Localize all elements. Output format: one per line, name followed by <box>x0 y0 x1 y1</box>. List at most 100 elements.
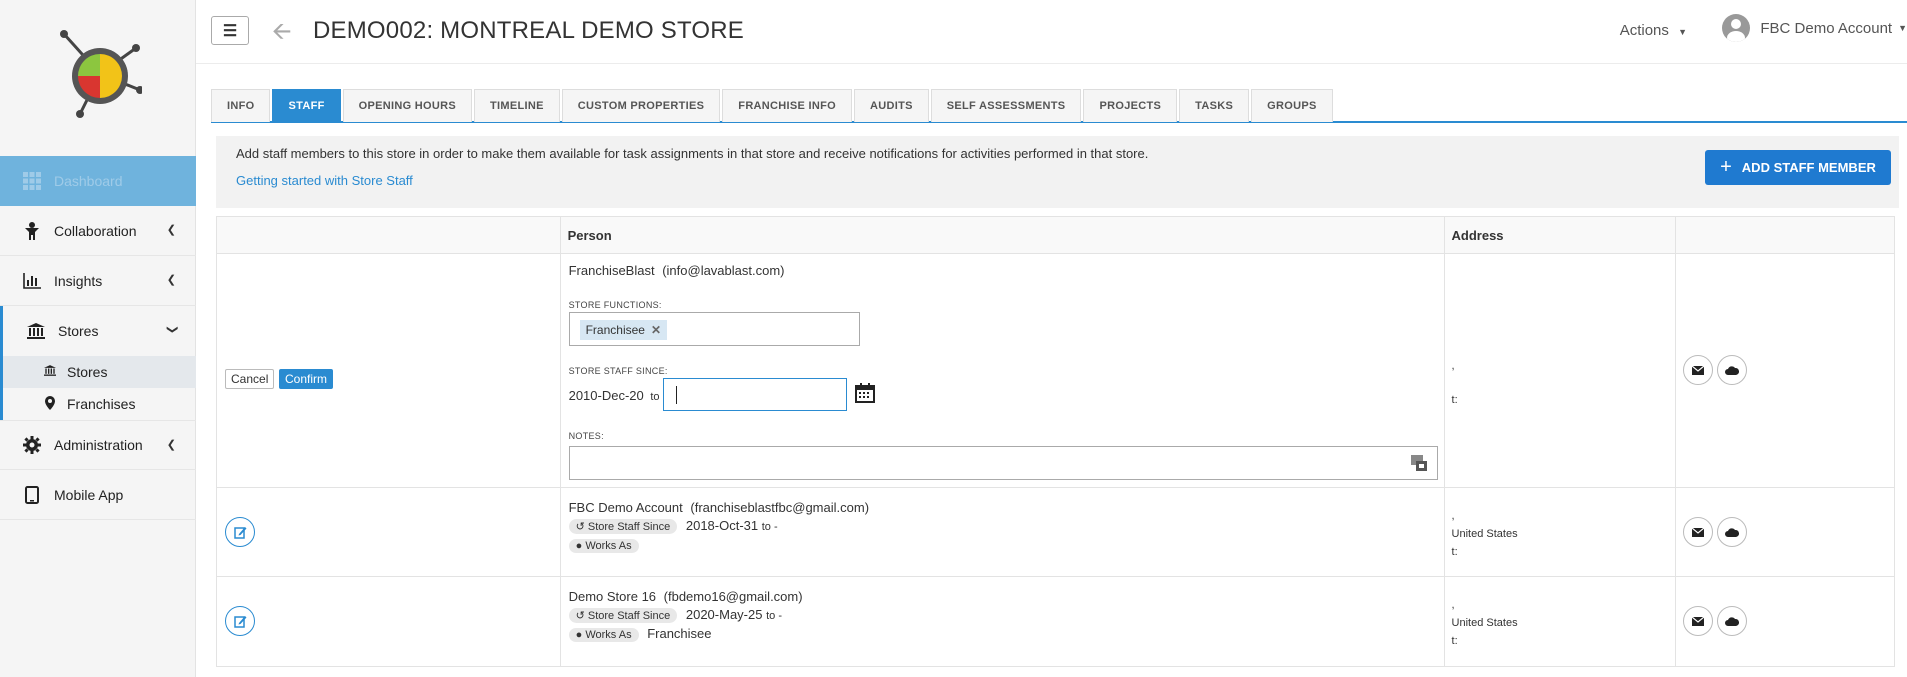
actions-dropdown[interactable]: Actions ▼ <box>1620 22 1687 39</box>
store-staff-since-pill: ↺ Store Staff Since <box>568 519 678 534</box>
pill-label: Store Staff Since <box>587 610 671 622</box>
notes-input[interactable] <box>568 446 1438 480</box>
sidebar-item-label: Dashboard <box>54 173 123 189</box>
user-circle-icon: ● <box>575 540 583 552</box>
country-line: United States <box>1451 528 1518 540</box>
sidebar: Dashboard Collaboration ❮ Insights ❮ Sto… <box>0 0 196 677</box>
contact-cell <box>1676 254 1894 487</box>
bar-chart-icon <box>22 272 42 290</box>
hamburger-menu-button[interactable]: ☰ <box>211 16 249 45</box>
tab-self-assessments[interactable]: SELF ASSESSMENTS <box>930 89 1082 122</box>
user-circle-icon: ● <box>575 629 583 641</box>
person-email: (info@lavablast.com) <box>662 263 785 278</box>
works-as-pill: ● Works As <box>568 628 639 642</box>
tab-tasks[interactable]: TASKS <box>1179 89 1250 122</box>
tab-opening-hours[interactable]: OPENING HOURS <box>342 89 473 122</box>
phone-line: t: <box>1451 635 1458 647</box>
calendar-icon[interactable] <box>854 383 875 403</box>
sidebar-item-stores[interactable]: Stores ❮ <box>0 306 196 356</box>
edit-icon <box>233 526 246 539</box>
table-header: Person Address <box>217 217 1894 254</box>
works-as-pill: ● Works As <box>568 539 639 553</box>
person-icon <box>22 221 42 240</box>
plus-icon: + <box>1720 156 1732 178</box>
envelope-icon <box>1692 616 1705 626</box>
chevron-down-icon: ❮ <box>165 324 178 335</box>
text-caret <box>675 386 677 404</box>
caret-down-icon: ▼ <box>1898 23 1907 33</box>
person-line: Demo Store 16 (fbdemo16@gmail.com) <box>569 589 803 604</box>
cloud-button[interactable] <box>1717 606 1748 636</box>
end-date-input[interactable] <box>662 378 847 411</box>
tab-projects[interactable]: PROJECTS <box>1083 89 1178 122</box>
works-as-line: ● Works As <box>568 537 644 553</box>
store-functions-input[interactable]: Franchisee ✕ <box>568 312 860 346</box>
edit-button[interactable] <box>225 517 255 547</box>
tab-staff[interactable]: STAFF <box>272 89 341 122</box>
add-staff-member-label: ADD STAFF MEMBER <box>1741 160 1876 175</box>
sidebar-item-label: Stores <box>58 323 99 339</box>
cancel-button[interactable]: Cancel <box>225 369 275 389</box>
since-date: 2010-Dec-20 <box>568 388 644 403</box>
person-email: (fbdemo16@gmail.com) <box>663 589 803 604</box>
sidebar-subitem-label: Stores <box>67 364 108 380</box>
sidebar-item-label: Collaboration <box>54 222 137 239</box>
function-chip-label: Franchisee <box>585 323 645 337</box>
sidebar-item-collaboration[interactable]: Collaboration ❮ <box>0 206 196 256</box>
store-staff-since-label: STORE STAFF SINCE: <box>568 366 668 376</box>
cloud-button[interactable] <box>1717 517 1748 547</box>
sidebar-item-dashboard[interactable]: Dashboard <box>0 156 196 206</box>
sidebar-item-label: Mobile App <box>54 486 124 503</box>
phone-line: t: <box>1451 394 1458 406</box>
person-cell: Demo Store 16 (fbdemo16@gmail.com) ↺ Sto… <box>561 577 1445 666</box>
address-cell: , t: <box>1445 254 1677 487</box>
function-chip: Franchisee ✕ <box>579 320 668 340</box>
sidebar-item-mobile-app[interactable]: Mobile App <box>0 470 196 520</box>
table-row: Demo Store 16 (fbdemo16@gmail.com) ↺ Sto… <box>217 577 1894 666</box>
tab-audits[interactable]: AUDITS <box>854 89 929 122</box>
address-line: , <box>1451 599 1455 611</box>
tab-groups[interactable]: GROUPS <box>1251 89 1333 122</box>
address-line: , <box>1451 360 1455 372</box>
chevron-left-icon: ❮ <box>166 224 176 236</box>
confirm-button[interactable]: Confirm <box>279 369 334 389</box>
to-label: to - <box>761 521 778 533</box>
row-actions-cell: Cancel Confirm <box>217 254 561 487</box>
tablet-icon <box>22 485 42 504</box>
tab-info[interactable]: INFO <box>211 89 271 122</box>
getting-started-link[interactable]: Getting started with Store Staff <box>236 173 413 188</box>
column-header-address: Address <box>1445 217 1677 253</box>
remove-chip-icon[interactable]: ✕ <box>651 323 661 337</box>
dashboard-grid-icon <box>22 172 42 190</box>
bank-icon <box>26 322 46 340</box>
history-icon: ↺ <box>575 521 585 533</box>
account-menu[interactable]: FBC Demo Account ▼ <box>1722 14 1907 42</box>
email-button[interactable] <box>1683 517 1714 547</box>
since-date-line: 2010-Dec-20 to <box>569 388 660 403</box>
email-button[interactable] <box>1683 606 1714 636</box>
add-staff-member-button[interactable]: + ADD STAFF MEMBER <box>1705 150 1891 185</box>
person-cell: FBC Demo Account (franchiseblastfbc@gmai… <box>561 488 1445 576</box>
sidebar-item-insights[interactable]: Insights ❮ <box>0 256 196 306</box>
tab-timeline[interactable]: TIMELINE <box>474 89 560 122</box>
sidebar-subitem-stores[interactable]: Stores <box>3 356 196 388</box>
edit-button[interactable] <box>225 606 255 636</box>
history-icon: ↺ <box>575 610 585 622</box>
contact-cell <box>1676 488 1894 576</box>
tab-custom-properties[interactable]: CUSTOM PROPERTIES <box>561 89 721 122</box>
cloud-button[interactable] <box>1717 355 1748 385</box>
sidebar-item-administration[interactable]: Administration ❮ <box>0 420 196 470</box>
phone-line: t: <box>1451 546 1458 558</box>
email-button[interactable] <box>1683 355 1714 385</box>
back-arrow-icon[interactable]: 🡨 <box>272 14 292 55</box>
sidebar-subitem-franchises[interactable]: Franchises <box>3 388 196 420</box>
chevron-left-icon: ❮ <box>166 439 176 451</box>
keyboard-template-icon[interactable] <box>1410 455 1427 471</box>
person-name: Demo Store 16 <box>568 589 657 604</box>
edit-icon <box>233 615 246 628</box>
to-label: to <box>650 391 660 403</box>
tab-franchise-info[interactable]: FRANCHISE INFO <box>722 89 852 122</box>
address-line: , <box>1451 510 1455 522</box>
bank-icon <box>43 365 57 379</box>
sidebar-item-label: Administration <box>54 437 143 453</box>
